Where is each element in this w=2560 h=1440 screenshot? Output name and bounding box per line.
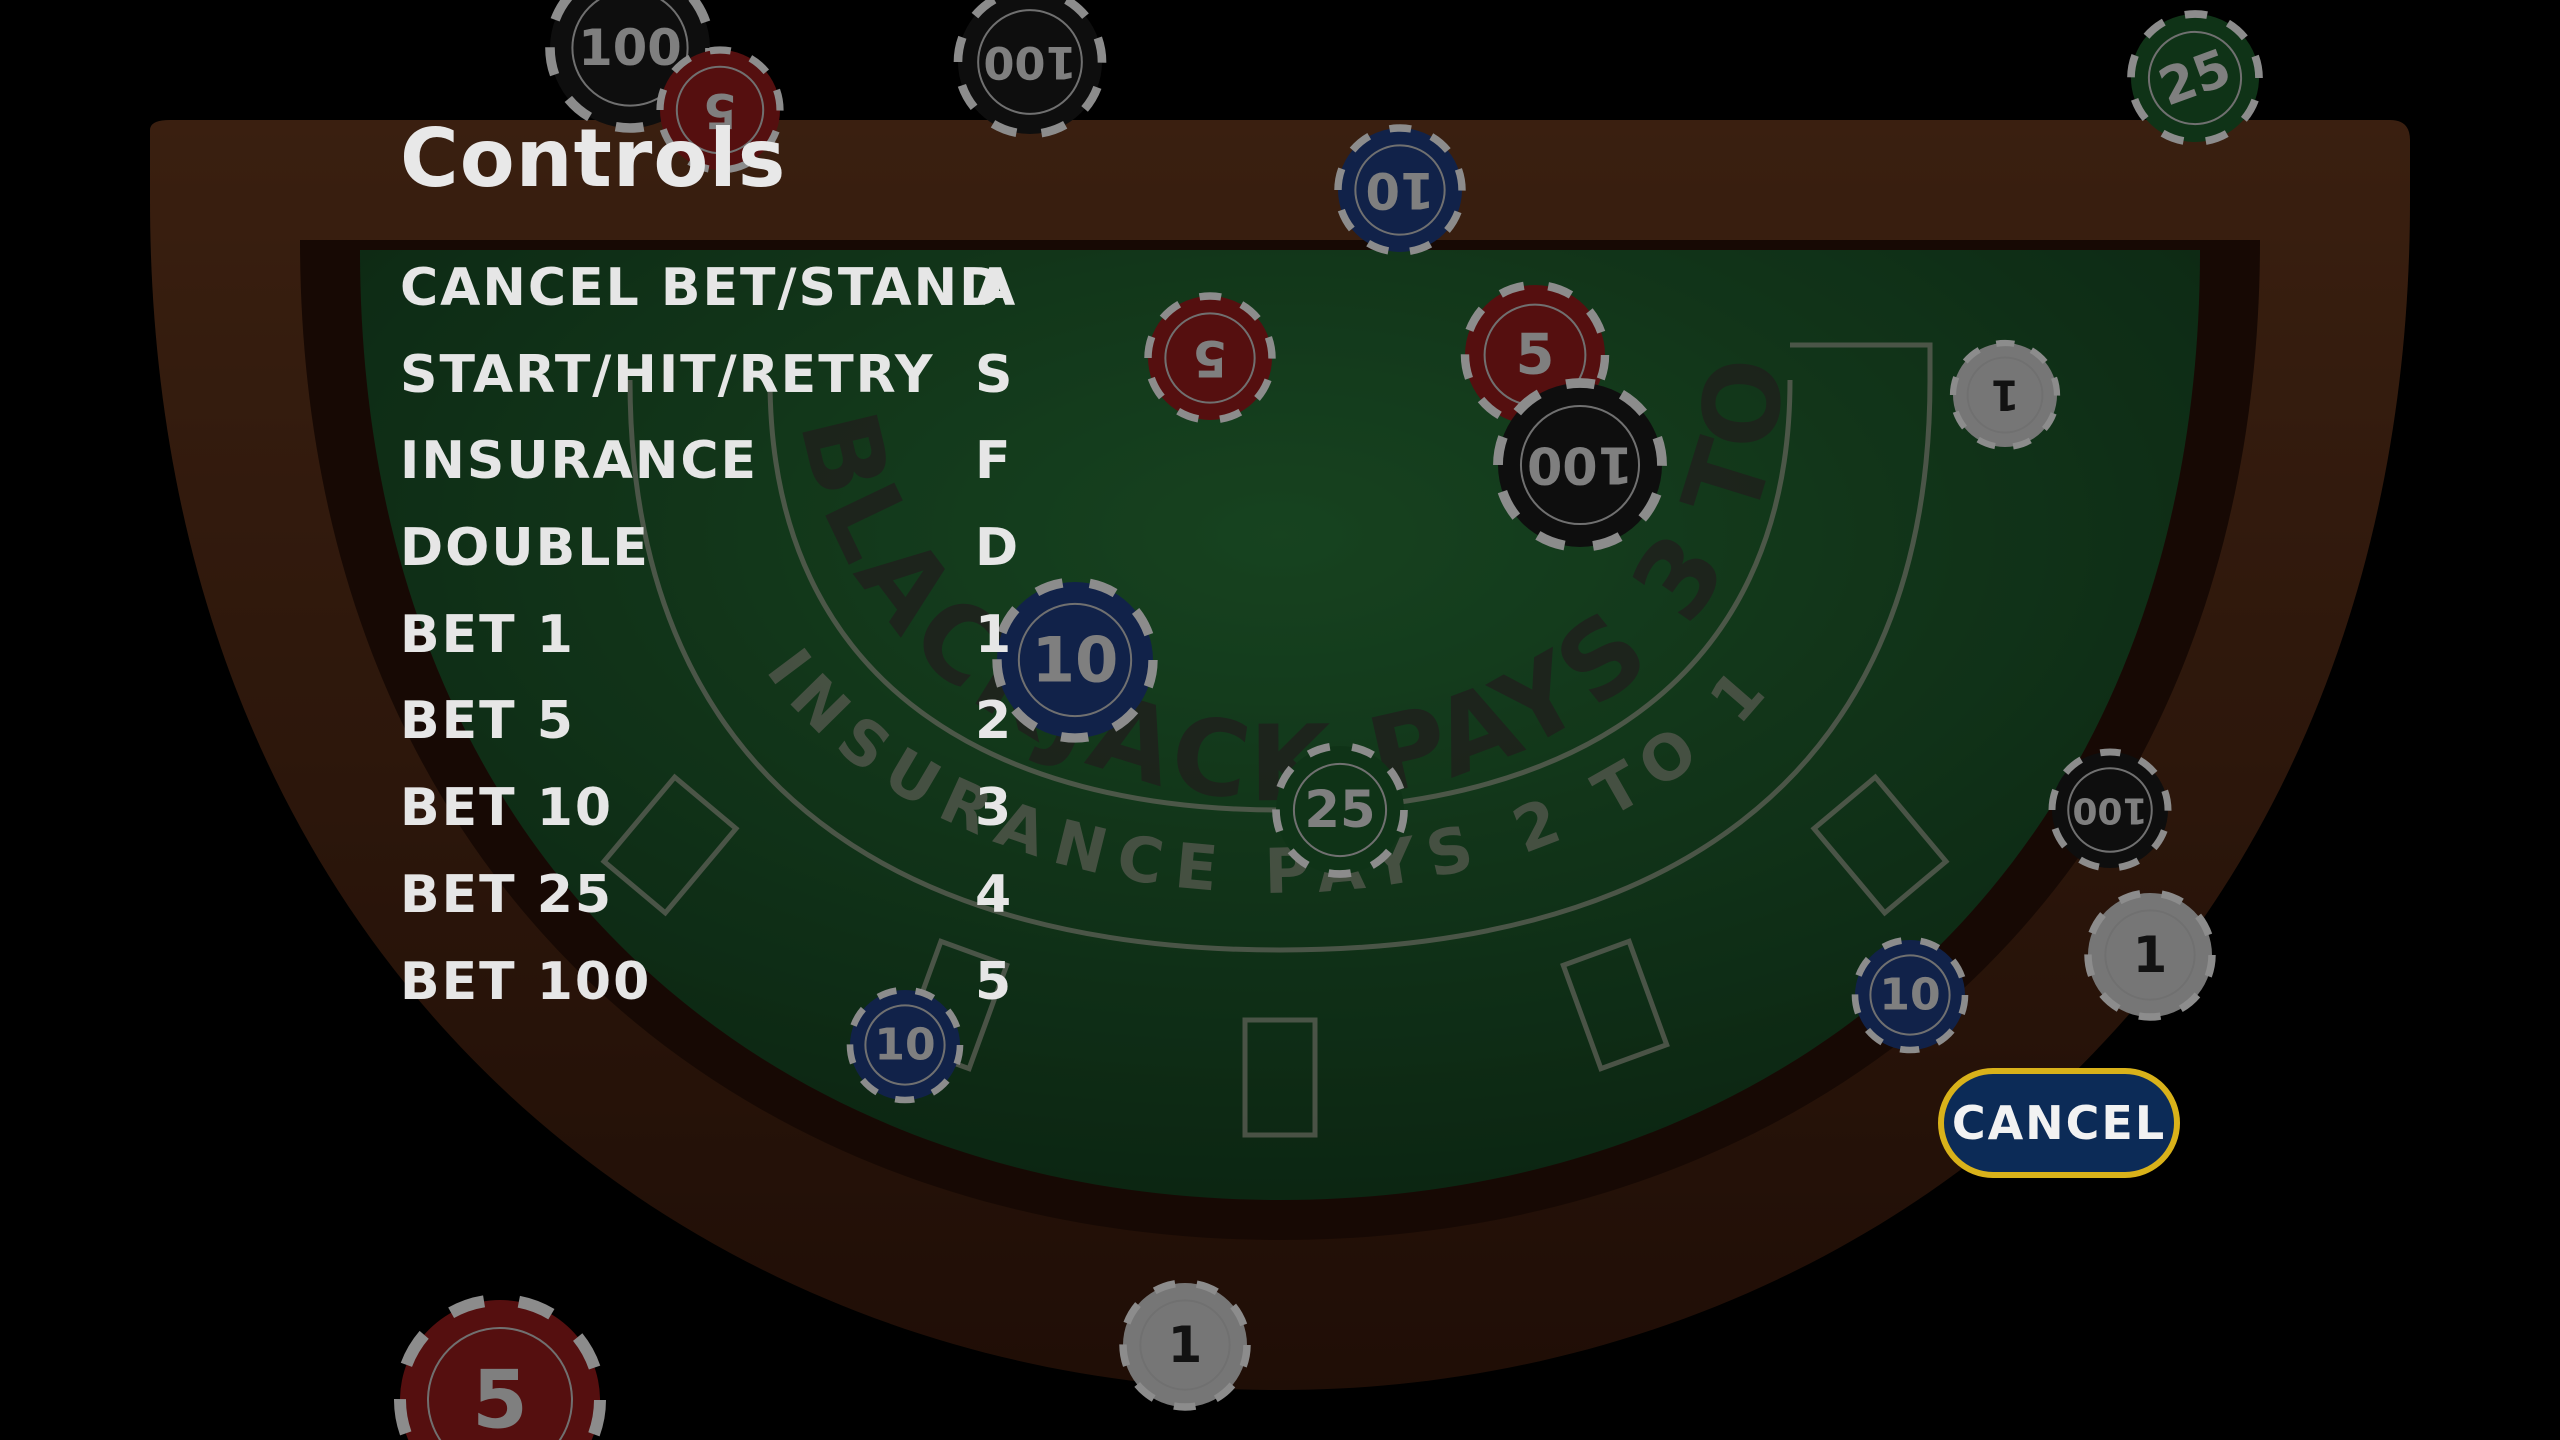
control-row-bet-5: BET 5 2 [400, 691, 1100, 778]
control-key-label: S [975, 344, 1013, 405]
control-row-cancel-bet-stand: CANCEL BET/STAND A [400, 258, 1100, 345]
game-screen: BLACKJACK PAYS 3 TO 1 INSURANCE PAYS 2 T… [0, 0, 2560, 1440]
control-action-label: DOUBLE [400, 518, 650, 579]
control-row-bet-1: BET 1 1 [400, 605, 1100, 692]
control-row-start-hit-retry: START/HIT/RETRY S [400, 345, 1100, 432]
control-key-label: D [975, 518, 1019, 579]
control-key-label: 5 [975, 951, 1012, 1012]
controls-list: CANCEL BET/STAND A START/HIT/RETRY S INS… [400, 258, 1100, 1038]
control-action-label: INSURANCE [400, 431, 759, 492]
control-action-label: CANCEL BET/STAND [400, 258, 1005, 318]
control-action-label: BET 25 [400, 864, 614, 925]
control-key-label: 2 [975, 691, 1012, 752]
control-action-label: BET 5 [400, 691, 575, 752]
control-row-bet-100: BET 100 5 [400, 952, 1100, 1039]
control-key-label: F [975, 431, 1011, 492]
control-action-label: BET 1 [400, 604, 575, 665]
control-key-label: 3 [975, 778, 1012, 839]
cancel-button[interactable]: CANCEL [1938, 1068, 2180, 1178]
control-action-label: BET 100 [400, 951, 652, 1012]
control-key-label: 4 [975, 864, 1012, 925]
control-key-label: 1 [975, 604, 1012, 665]
control-row-bet-25: BET 25 4 [400, 865, 1100, 952]
control-row-bet-10: BET 10 3 [400, 778, 1100, 865]
control-row-insurance: INSURANCE F [400, 431, 1100, 518]
control-key-label: A [975, 258, 1016, 318]
control-action-label: BET 10 [400, 778, 614, 839]
control-action-label: START/HIT/RETRY [400, 344, 935, 405]
control-row-double: DOUBLE D [400, 518, 1100, 605]
controls-title: Controls [400, 112, 787, 205]
dim-overlay [0, 0, 2560, 1440]
